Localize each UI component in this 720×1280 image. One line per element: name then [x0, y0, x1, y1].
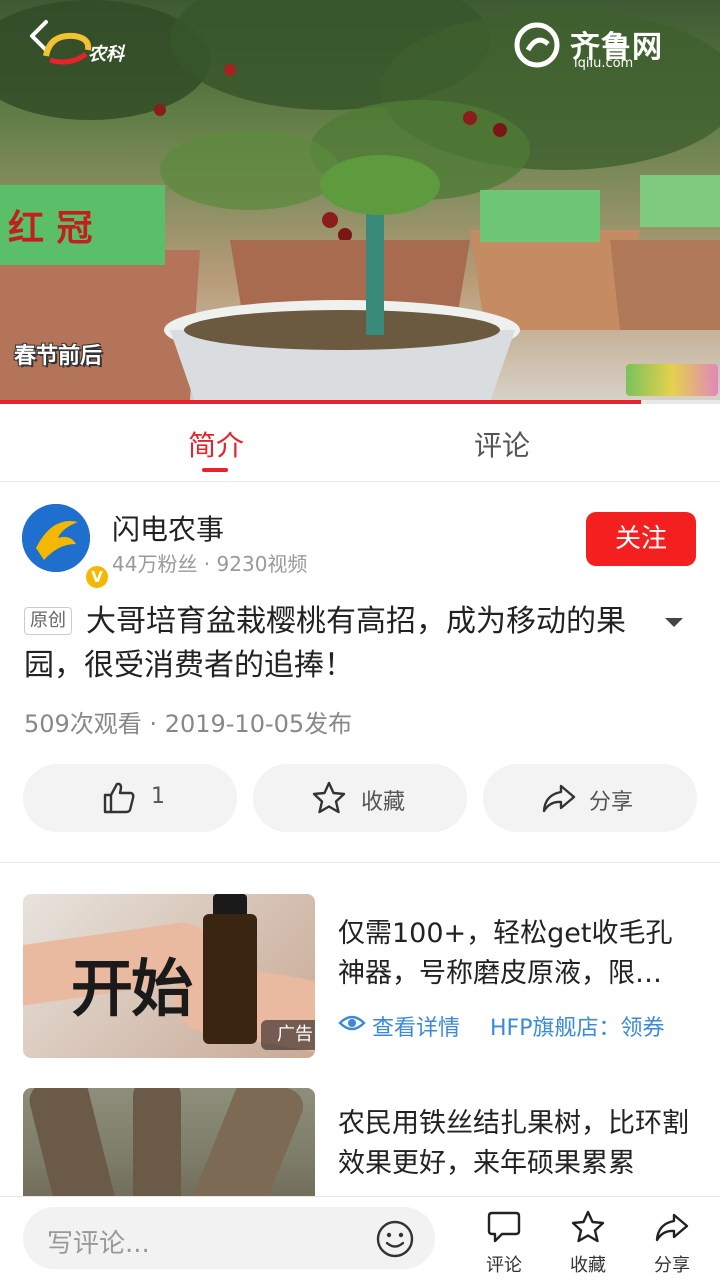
channel-logo-text: 农科 [88, 44, 124, 65]
channel-logo: 农科 [40, 28, 140, 72]
author-name[interactable]: 闪电农事 [112, 508, 224, 548]
tab-comments[interactable]: 评论 [474, 424, 530, 464]
view-count-date: 509次观看 · 2019-10-05发布 [24, 710, 353, 738]
video-title: 大哥培育盆栽樱桃有高招，成为移动的果园，很受消费者的追捧！ [24, 604, 626, 683]
share-arrow-icon [542, 784, 576, 813]
favorite-button-label: 收藏 [570, 1255, 606, 1276]
share-label: 分享 [589, 790, 634, 815]
favorite-bottom-button[interactable]: 收藏 [558, 1209, 618, 1276]
star-icon [571, 1210, 605, 1243]
share-button-label: 分享 [654, 1255, 690, 1276]
eye-icon [338, 1015, 366, 1031]
feed-item-title: 仅需100+，轻松get收毛孔神器，号称磨皮原液，限… [338, 918, 673, 989]
comment-button-label: 评论 [486, 1255, 522, 1276]
sponsor-logo [626, 364, 718, 396]
bottom-bar: 写评论... 评论 收藏 分享 [0, 1196, 720, 1280]
lightning-avatar-icon [22, 504, 90, 572]
svg-text:红 冠: 红 冠 [8, 208, 93, 249]
tree-trunk-shape [187, 1088, 309, 1208]
action-row: 1 收藏 分享 [0, 764, 720, 834]
bottle-shape [203, 914, 257, 1044]
feed-item[interactable]: 农民用铁丝结扎果树，比环割效果更好，来年硕果累累 [0, 1088, 720, 1208]
video-player[interactable]: 红 冠 农科 齐鲁网 iqilu.com 春节前后 [0, 0, 720, 402]
emoji-icon[interactable] [375, 1219, 415, 1259]
feed-thumbnail [23, 1088, 315, 1208]
watermark-logo: 齐鲁网 iqilu.com [512, 20, 712, 74]
video-detail-page: 红 冠 农科 齐鲁网 iqilu.com 春节前后 简介 评论 V 闪电农事 4… [0, 0, 720, 1280]
author-stats: 44万粉丝 · 9230视频 [112, 552, 308, 576]
active-tab-indicator [202, 468, 228, 472]
comment-button[interactable]: 评论 [474, 1209, 534, 1276]
like-button[interactable]: 1 [23, 764, 237, 832]
comment-bubble-icon [487, 1211, 521, 1243]
feed-item-title: 农民用铁丝结扎果树，比环割效果更好，来年硕果累累 [338, 1108, 689, 1179]
share-arrow-icon [655, 1213, 689, 1242]
video-caption: 春节前后 [14, 344, 103, 369]
thumbnail-overlay-text: 开始 [71, 952, 193, 1025]
like-count: 1 [151, 784, 165, 809]
tab-bar: 简介 评论 [0, 404, 720, 482]
star-icon [312, 781, 346, 814]
favorite-button[interactable]: 收藏 [253, 764, 467, 832]
share-bottom-button[interactable]: 分享 [642, 1209, 702, 1276]
store-coupon-link[interactable]: HFP旗舰店：领券 [490, 1010, 664, 1042]
feed-item-ad[interactable]: 开始 广告 仅需100+，轻松get收毛孔神器，号称磨皮原液，限… 查看详情 H… [0, 894, 720, 1058]
tree-trunk-shape [25, 1088, 121, 1208]
expand-caret-icon[interactable] [664, 612, 684, 632]
ad-tag: 广告 [261, 1020, 315, 1050]
watermark-url: iqilu.com [574, 56, 634, 71]
comment-placeholder: 写评论... [47, 1229, 150, 1259]
original-badge: 原创 [24, 607, 72, 635]
ad-thumbnail: 开始 广告 [23, 894, 315, 1058]
video-title-block: 原创 大哥培育盆栽樱桃有高招，成为移动的果园，很受消费者的追捧！ [24, 600, 684, 688]
iqilu-logo-icon [514, 22, 560, 68]
section-divider [0, 862, 720, 863]
author-row: V 闪电农事 44万粉丝 · 9230视频 关注 [0, 482, 720, 592]
tree-trunk-shape [133, 1088, 181, 1208]
share-button[interactable]: 分享 [483, 764, 697, 832]
thumbs-up-icon [103, 782, 135, 814]
tab-intro[interactable]: 简介 [188, 424, 244, 464]
favorite-label: 收藏 [361, 790, 406, 815]
comment-input[interactable]: 写评论... [23, 1207, 435, 1269]
verified-badge: V [84, 564, 110, 590]
follow-button[interactable]: 关注 [586, 512, 696, 566]
avatar[interactable]: V [22, 504, 110, 590]
view-details-label: 查看详情 [372, 1016, 461, 1041]
